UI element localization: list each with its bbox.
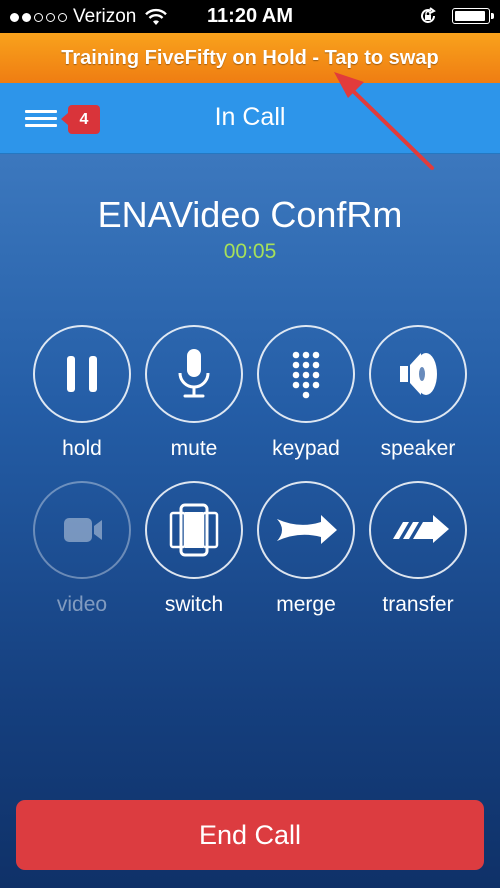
mute-label: mute xyxy=(170,437,218,460)
page-title: In Call xyxy=(214,103,286,131)
keypad-icon xyxy=(292,351,320,399)
video-label: video xyxy=(56,593,108,616)
end-call-button[interactable]: End Call xyxy=(16,800,484,870)
status-bar: Verizon 11:20 AM xyxy=(0,0,500,33)
hold-label: hold xyxy=(62,437,102,460)
switch-devices-icon xyxy=(169,503,219,557)
battery-icon xyxy=(452,8,494,24)
switch-label: switch xyxy=(164,593,224,616)
contact-name: ENAVideo ConfRm xyxy=(97,194,403,235)
nav-bar: 4 In Call xyxy=(0,83,500,154)
transfer-button[interactable] xyxy=(369,481,467,579)
hold-swap-banner[interactable]: Training FiveFifty on Hold - Tap to swap xyxy=(0,33,500,83)
call-screen: ENAVideo ConfRm 00:05 hold mute keypad s… xyxy=(0,154,500,888)
microphone-icon xyxy=(178,349,210,398)
hold-button[interactable] xyxy=(33,325,131,423)
speaker-icon xyxy=(400,353,437,395)
merge-icon xyxy=(277,515,337,544)
speaker-button[interactable] xyxy=(369,325,467,423)
merge-label: merge xyxy=(276,593,336,616)
keypad-label: keypad xyxy=(272,437,340,460)
transfer-icon xyxy=(393,515,449,543)
pause-icon xyxy=(67,356,97,392)
keypad-button[interactable] xyxy=(257,325,355,423)
video-button[interactable] xyxy=(33,481,131,579)
speaker-label: speaker xyxy=(380,437,456,460)
rotation-lock-icon xyxy=(421,7,436,23)
switch-button[interactable] xyxy=(145,481,243,579)
mute-button[interactable] xyxy=(145,325,243,423)
transfer-label: transfer xyxy=(382,593,454,616)
video-camera-icon xyxy=(64,518,102,542)
call-timer: 00:05 xyxy=(223,240,277,263)
status-right xyxy=(418,6,494,26)
merge-button[interactable] xyxy=(257,481,355,579)
